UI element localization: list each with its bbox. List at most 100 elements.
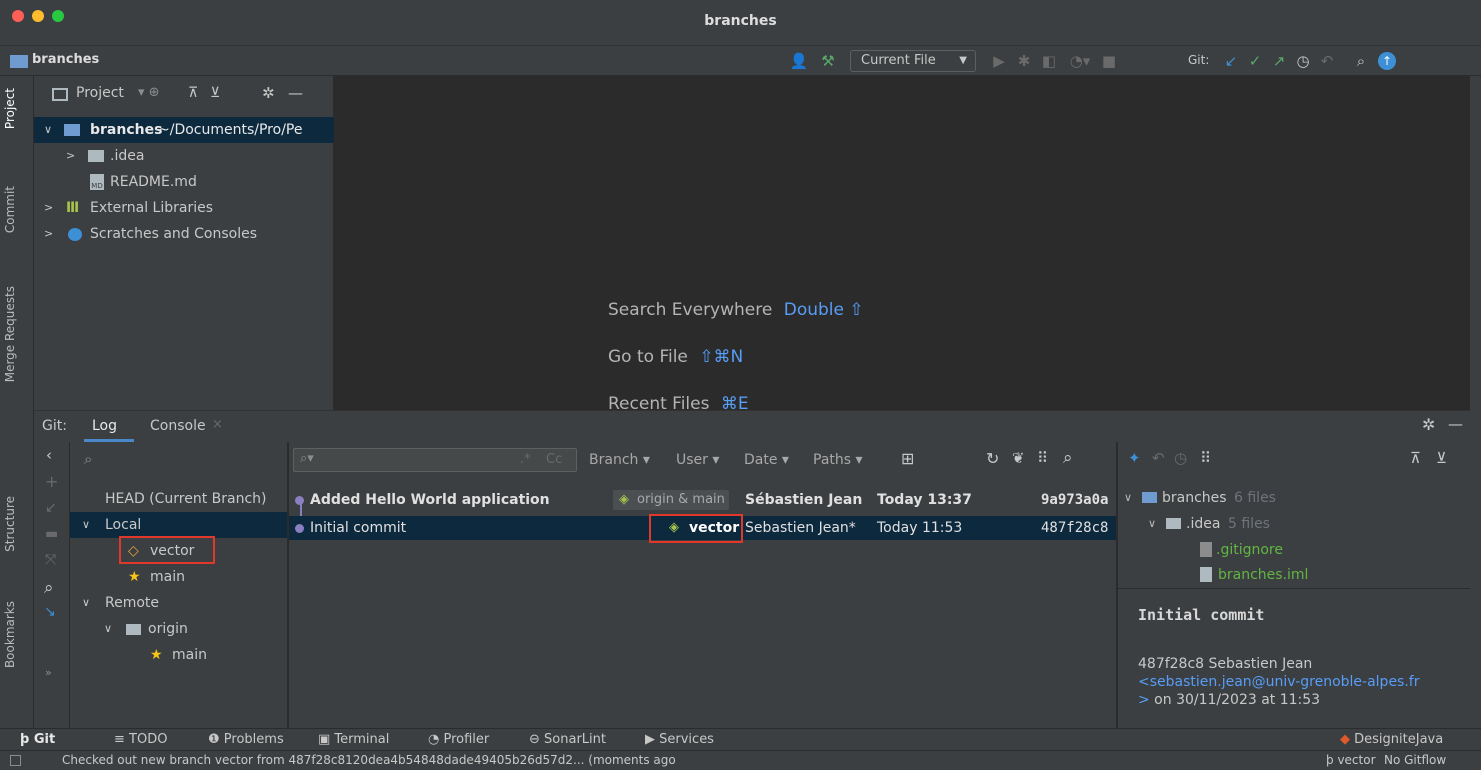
run-icon[interactable]: ▶	[990, 50, 1008, 72]
compare-icon[interactable]: ⤧	[45, 552, 56, 568]
git-branch-icon: ϸ	[20, 732, 34, 747]
commit-row[interactable]: Added Hello World application origin & m…	[289, 488, 1116, 512]
tab-bookmarks[interactable]: Bookmarks	[3, 601, 17, 668]
collapse-branches-icon[interactable]: ‹	[46, 446, 52, 464]
paths-filter[interactable]: Paths ▾	[813, 452, 863, 468]
bottom-tab-todo[interactable]: ≡ TODO	[114, 729, 167, 751]
bottom-tab-git[interactable]: ϸ Git	[20, 729, 55, 751]
refresh-icon[interactable]: ↻	[986, 449, 999, 468]
stop-icon[interactable]: ■	[1100, 50, 1118, 72]
breadcrumb-project[interactable]: branches	[32, 52, 99, 67]
search-icon[interactable]: ⌕	[1352, 50, 1370, 72]
bottom-tab-designitejava[interactable]: ◆ DesigniteJava	[1340, 729, 1443, 751]
changed-file-iml[interactable]: branches.iml	[1118, 563, 1470, 587]
tab-label: Git	[33, 732, 56, 747]
gear-icon[interactable]: ✲	[1422, 415, 1435, 434]
hide-panel-icon[interactable]: —	[288, 84, 303, 102]
date-filter[interactable]: Date ▾	[744, 452, 789, 468]
gitflow-widget[interactable]: No Gitflow	[1384, 753, 1446, 767]
expand-all-icon[interactable]: ⊼	[188, 85, 198, 101]
tab-console[interactable]: Console	[150, 418, 206, 434]
history-icon[interactable]: ◷	[1174, 449, 1187, 467]
branch-group-local[interactable]: ∨ Local	[70, 512, 287, 538]
tree-item-branches[interactable]: ∨ branches ~/Documents/Pro/Pe	[34, 117, 334, 143]
select-opened-file-icon[interactable]: ▾ ⊕	[138, 85, 160, 100]
terminal-icon: ▣	[318, 732, 335, 747]
close-tab-icon[interactable]: ×	[212, 417, 223, 432]
bottom-tab-services[interactable]: ▶ Services	[645, 729, 714, 751]
coverage-icon[interactable]: ◧	[1040, 50, 1058, 72]
search-icon[interactable]: ⌕	[84, 450, 92, 468]
changed-tree-idea[interactable]: ∨ .idea 5 files	[1118, 512, 1470, 536]
bottom-tab-sonarlint[interactable]: ⊖ SonarLint	[529, 729, 606, 751]
bottom-tab-problems[interactable]: ❶ Problems	[208, 729, 284, 751]
update-branch-icon[interactable]: ↙	[45, 500, 57, 516]
branch-remote-origin[interactable]: ∨ origin	[70, 616, 287, 642]
build-hammer-icon[interactable]: ⚒	[818, 50, 838, 72]
fetch-icon[interactable]: ↘	[44, 604, 56, 620]
chevron-down-icon: ∨	[1124, 491, 1133, 504]
chevron-down-icon: ∨	[82, 596, 91, 609]
toggle-tool-windows-icon[interactable]	[10, 755, 21, 766]
commit-check-icon[interactable]: ✓	[1246, 50, 1264, 72]
commit-author: Sébastien Jean	[745, 492, 863, 508]
bottom-tab-profiler[interactable]: ◔ Profiler	[428, 729, 489, 751]
cherry-pick-icon[interactable]: ❦	[1012, 449, 1025, 467]
changed-file-gitignore[interactable]: .gitignore	[1118, 538, 1470, 562]
branch-head[interactable]: HEAD (Current Branch)	[70, 486, 287, 512]
tab-project[interactable]: Project	[3, 88, 17, 129]
user-icon[interactable]: 👤	[787, 50, 811, 72]
branch-filter[interactable]: Branch ▾	[589, 452, 650, 468]
rollback-icon[interactable]: ↶	[1318, 50, 1336, 72]
tab-commit[interactable]: Commit	[3, 186, 17, 233]
status-branch-widget[interactable]: ϸ vector	[1326, 753, 1376, 767]
status-message[interactable]: Checked out new branch vector from 487f2…	[62, 753, 708, 767]
graph-node	[295, 496, 304, 505]
git-side-toolbar: ‹ + ↙ ▬ ⤧ ⌕ ↘ »	[34, 442, 70, 728]
show-diff-icon[interactable]: ✦	[1128, 449, 1141, 467]
search-icon[interactable]: ⌕	[1063, 448, 1073, 468]
collapse-all-icon[interactable]: ⊻	[210, 85, 220, 101]
update-project-icon[interactable]: ↙	[1222, 50, 1240, 72]
project-view-selector[interactable]: Project	[76, 85, 124, 101]
collapse-all-icon[interactable]: ⊻	[1436, 449, 1447, 467]
regex-toggle[interactable]: .*	[520, 452, 531, 467]
new-branch-icon[interactable]: +	[45, 472, 58, 491]
new-tab-icon[interactable]: ⊞	[901, 449, 914, 468]
history-icon[interactable]: ◷	[1294, 50, 1312, 72]
profile-icon[interactable]: ◔▾	[1065, 50, 1095, 72]
update-ide-icon[interactable]: ↑	[1378, 52, 1396, 70]
debug-icon[interactable]: ✱	[1015, 50, 1033, 72]
commit-author: Sebastien Jean*	[745, 520, 856, 536]
user-filter[interactable]: User ▾	[676, 452, 719, 468]
branch-local-main[interactable]: ★ main	[70, 564, 287, 590]
hide-panel-icon[interactable]: —	[1448, 415, 1463, 433]
delete-branch-icon[interactable]: ▬	[45, 526, 58, 542]
bottom-tab-terminal[interactable]: ▣ Terminal	[318, 729, 389, 751]
group-by-icon[interactable]: ⠿	[1200, 449, 1211, 467]
tab-structure[interactable]: Structure	[3, 496, 17, 552]
tab-log[interactable]: Log	[92, 418, 117, 434]
search-icon[interactable]: ⌕	[44, 578, 54, 598]
changed-tree-root[interactable]: ∨ branches 6 files	[1118, 486, 1470, 510]
rollback-icon[interactable]: ↶	[1152, 449, 1165, 467]
log-search-input[interactable]: ⌕▾ .* Cc	[293, 448, 577, 472]
author-email-link[interactable]: <sebastien.jean@univ-grenoble-alpes.fr	[1138, 674, 1420, 690]
hint-text: Recent Files	[608, 394, 710, 410]
expand-all-icon[interactable]: ⊼	[1410, 449, 1421, 467]
tab-merge-requests[interactable]: Merge Requests	[3, 286, 17, 382]
gear-icon[interactable]: ✲	[262, 84, 275, 102]
git-toolbar-label: Git:	[1188, 53, 1210, 67]
commit-hash: 9a973a0a	[1041, 492, 1109, 508]
commit-hash: 487f28c8	[1041, 520, 1109, 536]
run-config-dropdown[interactable]: Current File ▼	[850, 50, 976, 72]
push-icon[interactable]: ↗	[1270, 50, 1288, 72]
view-options-icon[interactable]: ⠿	[1037, 449, 1048, 467]
more-icon[interactable]: »	[45, 666, 52, 679]
chevron-right-icon: >	[66, 149, 76, 162]
case-toggle[interactable]: Cc	[546, 452, 562, 467]
author-email-end[interactable]: >	[1138, 692, 1150, 708]
branch-remote-main[interactable]: ★ main	[70, 642, 287, 668]
hint-shortcut: ⇧⌘N	[699, 347, 744, 367]
branch-group-remote[interactable]: ∨ Remote	[70, 590, 287, 616]
